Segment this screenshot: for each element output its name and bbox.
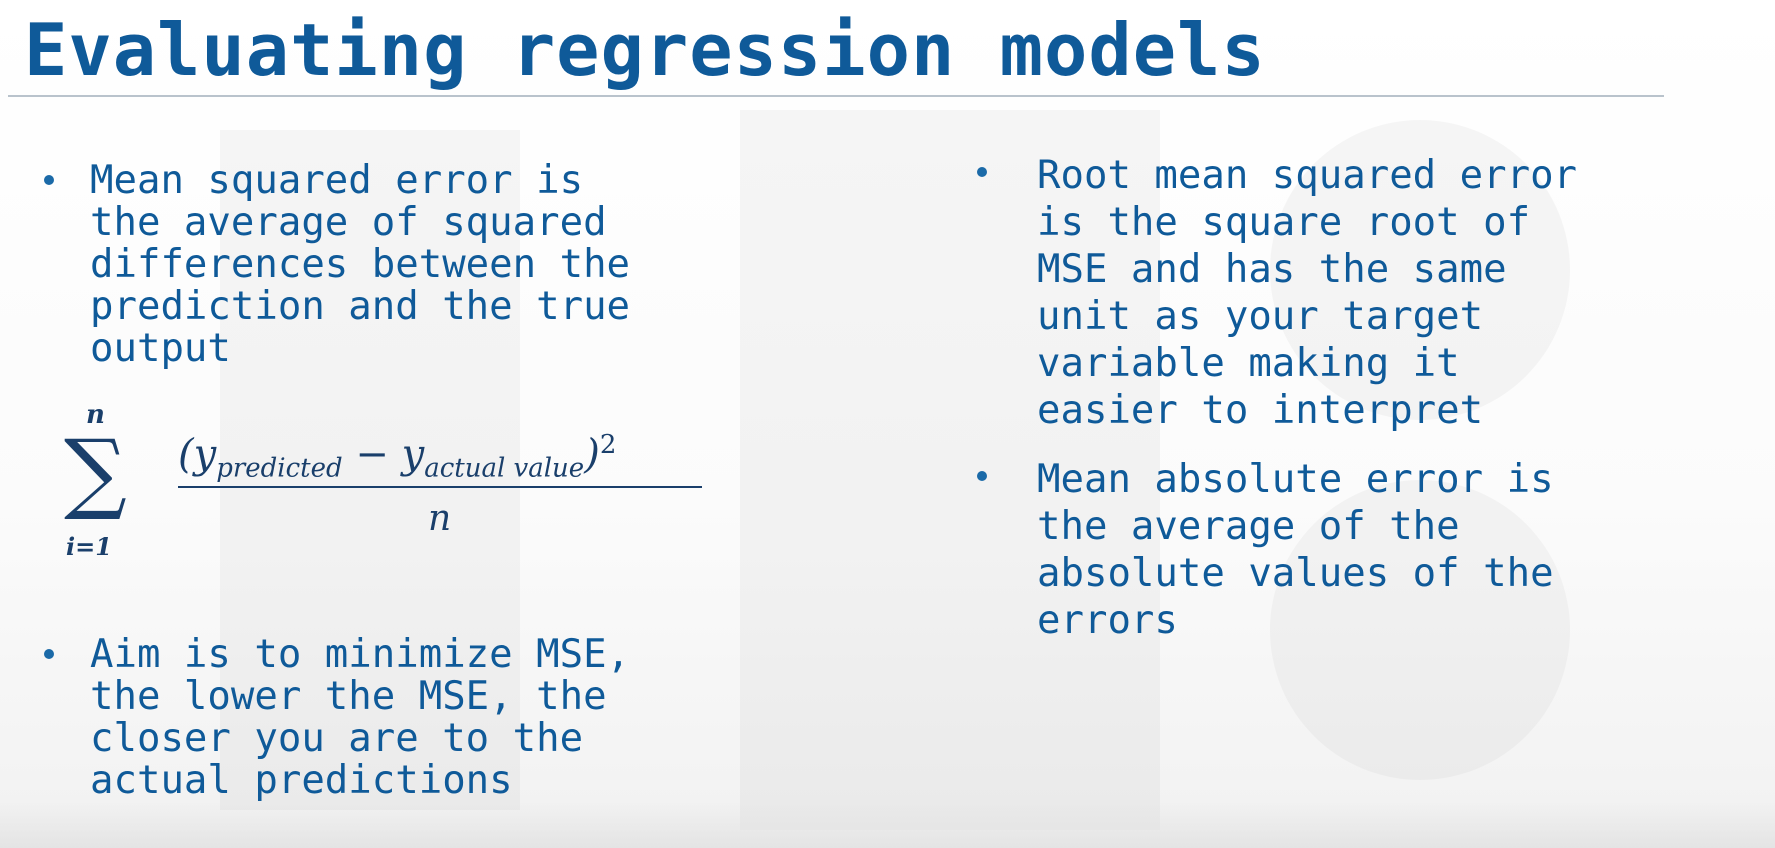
bullet-dot-aim	[44, 649, 54, 659]
fraction-bar	[178, 486, 702, 488]
summation-sign: ∑	[64, 420, 127, 523]
bullet-dot-mae	[977, 471, 987, 481]
numerator-close: )	[584, 431, 600, 478]
sum-lower-limit: i=1	[66, 532, 112, 561]
numerator-minus: − y	[342, 431, 425, 478]
numerator-sub-actual: actual value	[424, 453, 585, 484]
bullet-text-mae: Mean absolute error is the average of th…	[1037, 457, 1554, 643]
mse-formula: n ∑ i=1 (ypredicted − yactual value)2 n	[56, 400, 736, 568]
bullet-text-mse: Mean squared error is the average of squ…	[90, 158, 631, 371]
numerator-sub-predicted: predicted	[216, 453, 343, 484]
bullet-dot-rmse	[977, 167, 987, 177]
numerator-open: (y	[178, 431, 217, 478]
numerator-exponent: 2	[599, 430, 617, 460]
bullet-text-aim: Aim is to minimize MSE, the lower the MS…	[90, 632, 631, 803]
formula-numerator: (ypredicted − yactual value)2	[178, 430, 616, 483]
slide-title: Evaluating regression models	[24, 8, 1266, 92]
formula-denominator: n	[428, 498, 452, 539]
slide: Evaluating regression models Mean square…	[0, 0, 1775, 848]
bullet-text-rmse: Root mean squared error is the square ro…	[1037, 153, 1578, 433]
bullet-dot-mse	[44, 175, 54, 185]
title-divider	[8, 95, 1664, 97]
bottom-fade	[0, 800, 1775, 848]
